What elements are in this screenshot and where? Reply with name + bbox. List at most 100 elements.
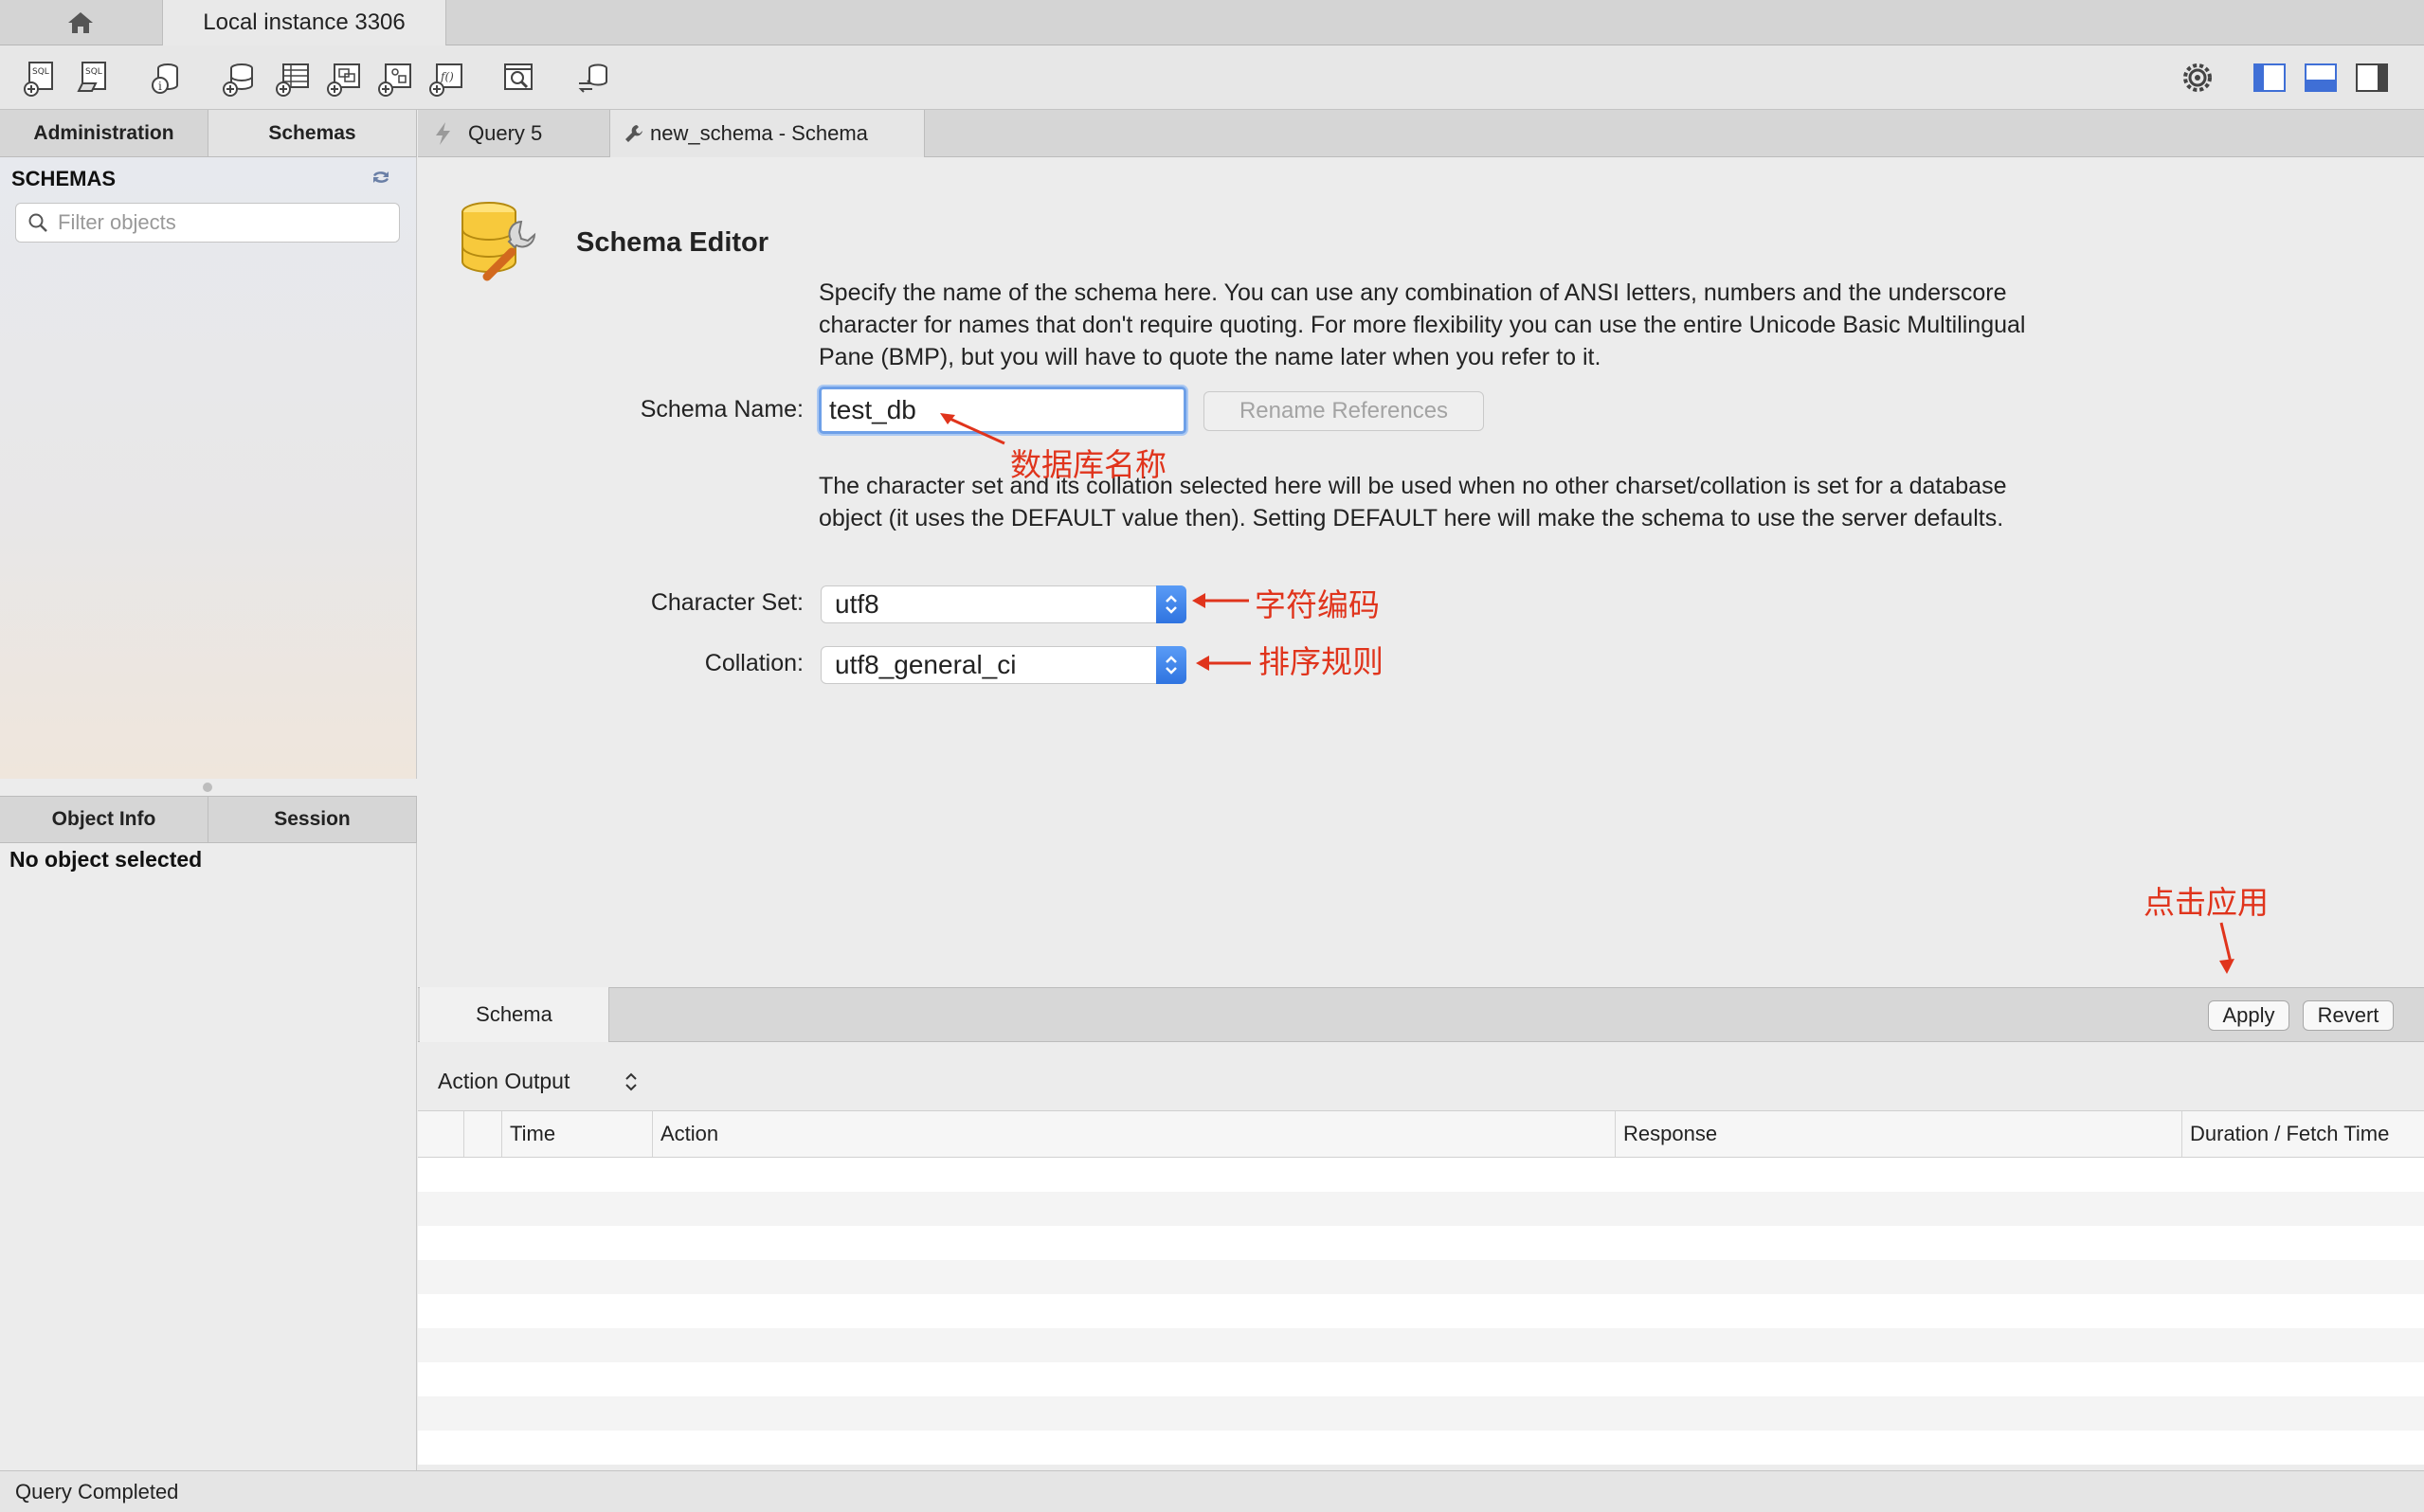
- output-grid-rows: [418, 1158, 2424, 1468]
- sidebar-tabs: Administration Schemas: [0, 110, 417, 157]
- filter-objects-input[interactable]: Filter objects: [15, 203, 400, 243]
- settings-icon[interactable]: [2176, 57, 2219, 99]
- tab-query-5-label: Query 5: [468, 121, 543, 145]
- editor-title: Schema Editor: [576, 227, 769, 258]
- home-tab[interactable]: [0, 0, 161, 45]
- toggle-sidebar-icon[interactable]: [2248, 57, 2291, 99]
- rename-references-button[interactable]: Rename References: [1203, 391, 1484, 431]
- toggle-output-icon[interactable]: [2299, 57, 2343, 99]
- filter-placeholder: Filter objects: [58, 210, 176, 234]
- home-icon[interactable]: [66, 10, 95, 35]
- open-sql-script-icon[interactable]: SQL: [72, 57, 116, 99]
- tab-query-5[interactable]: Query 5: [419, 110, 610, 157]
- empty-row: [418, 1158, 2424, 1192]
- svg-text:f(): f(): [440, 70, 454, 83]
- revert-button[interactable]: Revert: [2303, 1000, 2394, 1031]
- empty-row: [418, 1431, 2424, 1465]
- column-time[interactable]: Time: [501, 1111, 628, 1157]
- svg-text:SQL: SQL: [32, 67, 49, 77]
- object-info-panel: [0, 843, 417, 1470]
- column-action[interactable]: Action: [652, 1111, 1368, 1157]
- sidebar-splitter[interactable]: [203, 783, 212, 792]
- new-sql-tab-icon[interactable]: SQL: [19, 57, 63, 99]
- empty-row: [418, 1192, 2424, 1226]
- editor-bottom-tabs: [418, 987, 2424, 1042]
- annotation-arrow-charset: [1192, 593, 1249, 608]
- tab-session-label: Session: [274, 808, 351, 830]
- toggle-secondary-sidebar-icon[interactable]: [2350, 57, 2394, 99]
- character-set-label: Character Set:: [650, 589, 804, 616]
- chevron-updown-icon: [1156, 646, 1186, 684]
- annotation-collation: 排序规则: [1258, 644, 1384, 679]
- output-selector[interactable]: Action Output: [438, 1069, 637, 1094]
- empty-row: [418, 1328, 2424, 1362]
- create-table-icon[interactable]: [271, 57, 315, 99]
- tab-schemas[interactable]: Schemas: [208, 110, 417, 156]
- app-window: Local instance 3306 SQL SQL i f() Admini…: [0, 0, 2424, 1512]
- output-selector-label: Action Output: [438, 1069, 570, 1093]
- collation-label: Collation:: [704, 650, 804, 676]
- column-action-label: Action: [660, 1122, 719, 1145]
- no-object-text: No object selected: [9, 847, 203, 872]
- column-response[interactable]: Response: [1615, 1111, 2181, 1157]
- tab-new-schema-label: new_schema - Schema: [650, 121, 868, 145]
- character-set-value: utf8: [835, 589, 879, 619]
- tab-new-schema[interactable]: new_schema - Schema: [610, 110, 925, 157]
- schema-name-value: test_db: [829, 395, 916, 424]
- rename-references-label: Rename References: [1239, 398, 1449, 423]
- schema-name-label: Schema Name:: [640, 396, 804, 423]
- charset-description: The character set and its collation sele…: [819, 473, 2007, 531]
- column-duration-label: Duration / Fetch Time: [2190, 1122, 2390, 1145]
- connection-tab[interactable]: Local instance 3306: [162, 0, 446, 45]
- schema-name-description: Specify the name of the schema here. You…: [819, 279, 2026, 370]
- tab-schema[interactable]: Schema: [420, 987, 609, 1042]
- svg-text:i: i: [158, 80, 162, 93]
- tab-schema-label: Schema: [476, 1002, 552, 1026]
- info-tabs: Object Info Session: [0, 796, 417, 843]
- schemas-header: SCHEMAS: [11, 167, 117, 190]
- character-set-select[interactable]: utf8: [821, 585, 1186, 623]
- refresh-schemas-icon[interactable]: [370, 169, 392, 190]
- reconnect-icon[interactable]: [572, 57, 616, 99]
- empty-row: [418, 1260, 2424, 1294]
- column-duration[interactable]: Duration / Fetch Time: [2181, 1111, 2424, 1157]
- lightning-icon: [436, 122, 450, 145]
- output-grid-header: Time Action Response Duration / Fetch Ti…: [418, 1110, 2424, 1158]
- wrench-icon: [625, 125, 642, 142]
- empty-row: [418, 1396, 2424, 1431]
- annotation-arrow-apply: [2219, 922, 2234, 974]
- revert-button-label: Revert: [2317, 1003, 2379, 1027]
- empty-row: [418, 1294, 2424, 1328]
- empty-row: [418, 1226, 2424, 1260]
- create-schema-icon[interactable]: [218, 57, 262, 99]
- annotation-apply: 点击应用: [2144, 885, 2269, 920]
- search-icon: [28, 213, 47, 232]
- svg-text:SQL: SQL: [85, 67, 102, 77]
- collation-value: utf8_general_ci: [835, 650, 1017, 679]
- column-response-label: Response: [1623, 1122, 1718, 1145]
- annotation-arrow-collation: [1196, 656, 1251, 671]
- schema-editor-icon: [455, 197, 550, 289]
- tab-schemas-label: Schemas: [268, 121, 356, 144]
- apply-button[interactable]: Apply: [2208, 1000, 2289, 1031]
- create-view-icon[interactable]: [322, 57, 366, 99]
- tab-object-info-label: Object Info: [51, 808, 156, 830]
- search-table-data-icon[interactable]: [497, 57, 540, 99]
- schema-navigator: [0, 157, 417, 779]
- connection-tab-label: Local instance 3306: [203, 9, 406, 35]
- status-text: Query Completed: [15, 1479, 179, 1503]
- tab-session[interactable]: Session: [208, 797, 417, 842]
- status-bar: Query Completed: [0, 1470, 2424, 1512]
- collation-select[interactable]: utf8_general_ci: [821, 646, 1186, 684]
- empty-row: [418, 1362, 2424, 1396]
- create-procedure-icon[interactable]: [373, 57, 417, 99]
- tab-administration[interactable]: Administration: [0, 110, 208, 156]
- tab-administration-label: Administration: [33, 121, 174, 144]
- tab-object-info[interactable]: Object Info: [0, 797, 208, 842]
- inspector-icon[interactable]: i: [144, 57, 188, 99]
- column-time-label: Time: [510, 1122, 556, 1145]
- apply-button-label: Apply: [2222, 1003, 2275, 1027]
- chevron-updown-icon: [1156, 585, 1186, 623]
- create-function-icon[interactable]: f(): [425, 57, 468, 99]
- status-column: [463, 1111, 501, 1157]
